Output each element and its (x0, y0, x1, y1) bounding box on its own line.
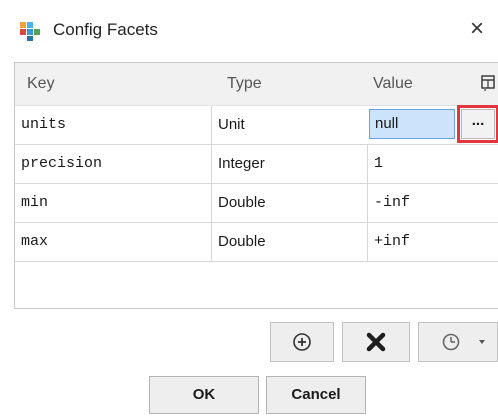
row-value[interactable]: 1 (367, 145, 498, 183)
config-facets-app-icon (20, 21, 40, 41)
facets-table: Key Type Value units Unit null ... preci… (14, 62, 498, 309)
row-key: max (21, 233, 49, 250)
table-row[interactable]: max Double +inf (15, 223, 498, 262)
column-chooser-icon[interactable] (481, 75, 495, 91)
ok-button[interactable]: OK (149, 376, 259, 414)
cancel-button[interactable]: Cancel (266, 376, 366, 414)
table-header: Key Type Value (15, 63, 498, 106)
clock-icon (442, 333, 460, 351)
edit-value-button[interactable]: ... (457, 105, 498, 143)
row-type: Integer (211, 145, 374, 183)
row-key: precision (21, 155, 103, 172)
title-bar: Config Facets × (0, 0, 498, 62)
row-type: Double (211, 223, 374, 261)
chevron-down-icon (479, 340, 485, 344)
value-field[interactable]: null (369, 109, 455, 139)
table-row[interactable]: units Unit null ... (15, 105, 498, 145)
row-value[interactable]: -inf (367, 184, 498, 222)
row-type: Double (211, 184, 374, 222)
column-header-type[interactable]: Type (227, 75, 262, 93)
row-key: min (21, 194, 49, 211)
delete-x-icon (366, 332, 386, 352)
delete-facet-button[interactable] (342, 322, 410, 362)
table-row[interactable]: precision Integer 1 (15, 145, 498, 184)
window-title: Config Facets (53, 20, 158, 39)
column-header-key[interactable]: Key (27, 75, 55, 93)
add-facet-button[interactable] (270, 322, 334, 362)
add-circle-icon (293, 333, 311, 351)
table-row[interactable]: min Double -inf (15, 184, 498, 223)
history-dropdown-button[interactable] (418, 322, 498, 362)
row-type: Unit (211, 106, 374, 144)
column-header-value[interactable]: Value (373, 75, 413, 93)
row-value[interactable]: +inf (367, 223, 498, 261)
close-icon[interactable]: × (470, 14, 484, 44)
row-key: units (21, 116, 67, 133)
